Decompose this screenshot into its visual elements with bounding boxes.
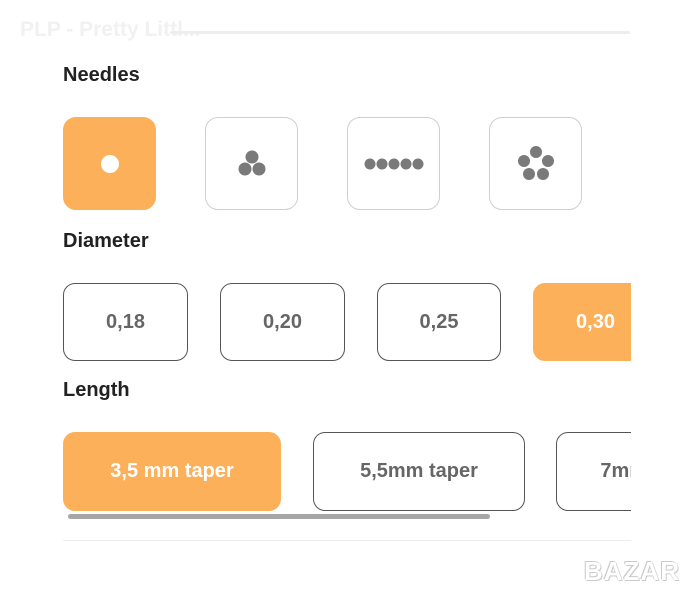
length-option-3-5mm[interactable]: 3,5 mm taper — [63, 432, 281, 511]
five-dots-round-icon — [517, 145, 554, 180]
needles-options — [0, 117, 631, 212]
length-option-7mm[interactable]: 7mm taper — [556, 432, 631, 511]
diameter-option-020[interactable]: 0,20 — [220, 283, 345, 361]
diameter-option-018[interactable]: 0,18 — [63, 283, 188, 361]
bazar-watermark-logo: BAZAR — [584, 556, 680, 586]
diameter-section-title: Diameter — [63, 230, 149, 252]
single-dot-icon — [100, 154, 119, 173]
five-dots-row-icon — [364, 158, 423, 169]
horizontal-scrollbar[interactable] — [68, 514, 490, 519]
length-section-title: Length — [63, 379, 130, 401]
three-dots-cluster-icon — [238, 150, 265, 175]
length-option-5-5mm[interactable]: 5,5mm taper — [313, 432, 525, 511]
needle-option-five-round[interactable] — [489, 117, 582, 210]
needle-option-single[interactable] — [63, 117, 156, 210]
diameter-option-025[interactable]: 0,25 — [377, 283, 501, 361]
length-options: 3,5 mm taper 5,5mm taper 7mm taper — [0, 432, 631, 512]
header-divider — [170, 31, 630, 34]
diameter-options: 0,18 0,20 0,25 0,30 — [0, 283, 631, 363]
needle-option-three[interactable] — [205, 117, 298, 210]
diameter-option-030[interactable]: 0,30 — [533, 283, 631, 361]
bottom-divider — [63, 540, 631, 541]
needles-section-title: Needles — [63, 64, 140, 86]
needle-option-five-row[interactable] — [347, 117, 440, 210]
app-title: PLP - Pretty Littl... — [20, 18, 201, 41]
